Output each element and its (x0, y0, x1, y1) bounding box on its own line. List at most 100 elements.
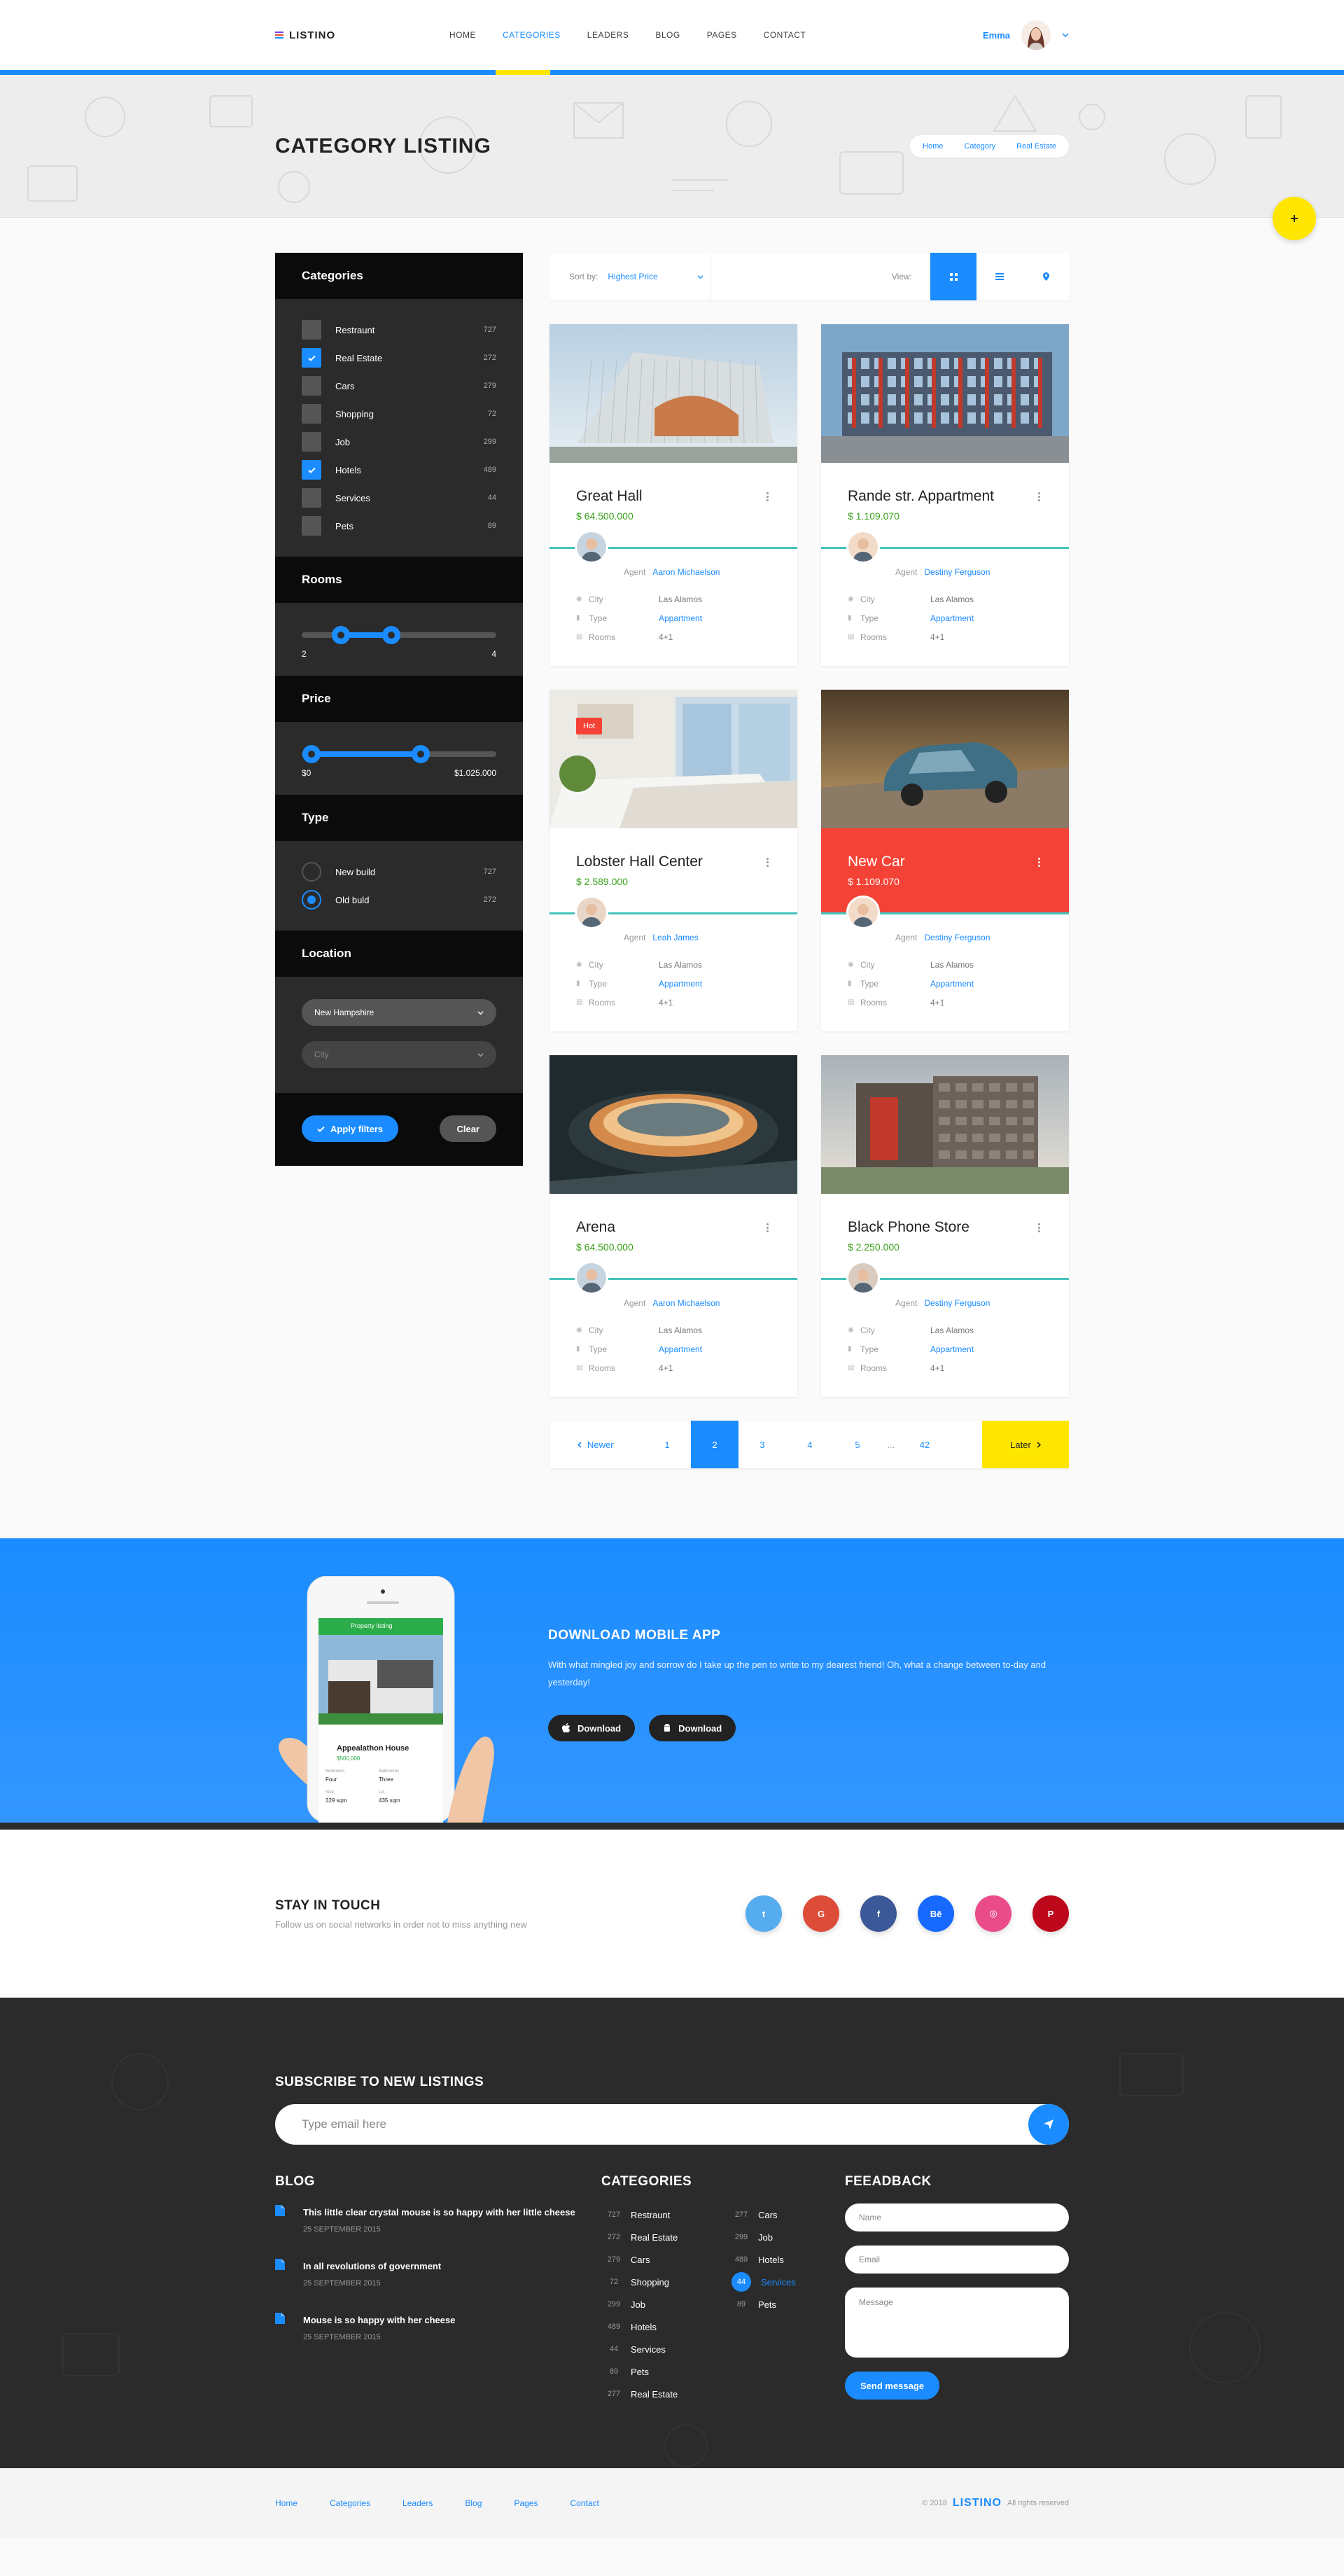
more-options-icon[interactable] (766, 858, 769, 868)
agent-name[interactable]: Aaron Michaelson (652, 1298, 720, 1308)
listing-image[interactable]: Hot (550, 690, 797, 828)
agent-avatar[interactable] (846, 530, 880, 564)
checkbox[interactable] (302, 376, 321, 396)
city-select[interactable]: City (302, 1041, 496, 1068)
nav-categories[interactable]: CATEGORIES (489, 0, 574, 70)
footer-link-categories[interactable]: Categories (330, 2498, 370, 2508)
spec-value[interactable]: Appartment (659, 613, 702, 623)
listing-title[interactable]: Lobster Hall Center (576, 854, 771, 870)
footer-category-item[interactable]: 72 Shopping (601, 2271, 706, 2293)
page-3[interactable]: 3 (738, 1421, 786, 1468)
listing-image[interactable] (821, 324, 1069, 463)
price-slider-track[interactable] (302, 745, 496, 763)
page-2[interactable]: 2 (691, 1421, 738, 1468)
more-options-icon[interactable] (1038, 492, 1041, 503)
footer-link-contact[interactable]: Contact (570, 2498, 598, 2508)
state-select[interactable]: New Hampshire (302, 999, 496, 1026)
checkbox[interactable] (302, 488, 321, 508)
footer-category-item[interactable]: 272 Real Estate (601, 2226, 706, 2248)
nav-blog[interactable]: BLOG (642, 0, 693, 70)
listing-title[interactable]: New Car (848, 854, 1042, 870)
checkbox[interactable] (302, 348, 321, 368)
footer-category-item[interactable]: 44 Services (601, 2338, 706, 2360)
dribbble-icon[interactable]: ◎ (975, 1895, 1011, 1932)
blog-post[interactable]: Mouse is so happy with her cheese 25 SEPT… (275, 2311, 601, 2341)
breadcrumb-real-estate[interactable]: Real Estate (1016, 142, 1056, 151)
later-page-button[interactable]: Later (982, 1421, 1069, 1468)
checkbox[interactable] (302, 320, 321, 340)
newer-page-button[interactable]: Newer (550, 1421, 643, 1468)
nav-leaders[interactable]: LEADERS (574, 0, 643, 70)
listing-card[interactable]: Hot Lobster Hall Center $ 2.589.000 Agent Le… (550, 690, 797, 1031)
footer-link-home[interactable]: Home (275, 2498, 298, 2508)
footer-category-item[interactable]: 89 Pets (729, 2293, 834, 2316)
footer-category-item[interactable]: 489 Hotels (729, 2248, 834, 2271)
subscribe-submit-button[interactable] (1028, 2104, 1069, 2145)
footer-link-leaders[interactable]: Leaders (402, 2498, 433, 2508)
page-42[interactable]: 42 (901, 1421, 948, 1468)
footer-category-item[interactable]: 489 Hotels (601, 2316, 706, 2338)
agent-name[interactable]: Destiny Ferguson (924, 933, 990, 942)
blog-post-title[interactable]: In all revolutions of government (303, 2257, 441, 2275)
nav-home[interactable]: HOME (436, 0, 489, 70)
category-filter-item[interactable]: Restraunt 727 (302, 316, 496, 344)
footer-category-item[interactable]: 299 Job (601, 2293, 706, 2316)
agent-avatar[interactable] (846, 896, 880, 929)
grid-view-button[interactable] (930, 253, 976, 300)
chevron-down-icon[interactable] (1062, 32, 1069, 39)
subscribe-email-input[interactable]: Type email here (275, 2104, 1069, 2145)
agent-name[interactable]: Destiny Ferguson (924, 567, 990, 577)
play-store-download-button[interactable]: Download (649, 1715, 736, 1741)
list-view-button[interactable] (976, 253, 1023, 300)
listing-image[interactable] (821, 690, 1069, 828)
google-icon[interactable]: G (803, 1895, 839, 1932)
facebook-icon[interactable]: f (860, 1895, 897, 1932)
spec-value[interactable]: Appartment (930, 1344, 974, 1354)
user-menu[interactable]: Emma (983, 20, 1069, 50)
app-store-download-button[interactable]: Download (548, 1715, 636, 1741)
more-options-icon[interactable] (1038, 1223, 1041, 1234)
listing-image[interactable] (821, 1055, 1069, 1194)
sort-select[interactable]: Highest Price (608, 253, 712, 300)
footer-category-item[interactable]: 44 Services (729, 2271, 834, 2293)
category-filter-item[interactable]: Job 299 (302, 428, 496, 456)
category-filter-item[interactable]: Cars 279 (302, 372, 496, 400)
listing-card[interactable]: Arena $ 64.500.000 Agent Aaron Michaelson ◉ C… (550, 1055, 797, 1397)
page-5[interactable]: 5 (834, 1421, 881, 1468)
footer-category-item[interactable]: 299 Job (729, 2226, 834, 2248)
twitter-icon[interactable]: t (746, 1895, 782, 1932)
listing-title[interactable]: Black Phone Store (848, 1219, 1042, 1236)
listing-card[interactable]: New Car $ 1.109.070 Agent Destiny Ferguson ◉… (821, 690, 1069, 1031)
add-listing-button[interactable] (1273, 197, 1316, 240)
agent-avatar[interactable] (575, 896, 608, 929)
footer-link-blog[interactable]: Blog (465, 2498, 482, 2508)
clear-filters-button[interactable]: Clear (440, 1115, 496, 1142)
page-4[interactable]: 4 (786, 1421, 834, 1468)
checkbox[interactable] (302, 516, 321, 536)
user-avatar[interactable] (1021, 20, 1051, 50)
logo[interactable]: LISTINO (275, 29, 436, 41)
spec-value[interactable]: Appartment (930, 979, 974, 989)
page-1[interactable]: 1 (643, 1421, 691, 1468)
more-options-icon[interactable] (766, 492, 769, 503)
rooms-max-handle[interactable] (382, 626, 400, 644)
user-name[interactable]: Emma (983, 30, 1010, 41)
blog-post-title[interactable]: Mouse is so happy with her cheese (303, 2311, 455, 2329)
listing-image[interactable] (550, 324, 797, 463)
agent-name[interactable]: Aaron Michaelson (652, 567, 720, 577)
footer-category-item[interactable]: 89 Pets (601, 2360, 706, 2383)
pinterest-icon[interactable]: P (1032, 1895, 1069, 1932)
rooms-slider-track[interactable] (302, 626, 496, 644)
radio-button[interactable] (302, 890, 321, 910)
listing-image[interactable] (550, 1055, 797, 1194)
radio-button[interactable] (302, 862, 321, 882)
listing-card[interactable]: Black Phone Store $ 2.250.000 Agent Destiny… (821, 1055, 1069, 1397)
listing-card[interactable]: Rande str. Appartment $ 1.109.070 Agent Des… (821, 324, 1069, 666)
agent-avatar[interactable] (575, 530, 608, 564)
nav-pages[interactable]: PAGES (694, 0, 750, 70)
spec-value[interactable]: Appartment (659, 1344, 702, 1354)
footer-category-item[interactable]: 279 Cars (601, 2248, 706, 2271)
spec-value[interactable]: Appartment (659, 979, 702, 989)
listing-title[interactable]: Rande str. Appartment (848, 488, 1042, 505)
map-view-button[interactable] (1023, 253, 1069, 300)
